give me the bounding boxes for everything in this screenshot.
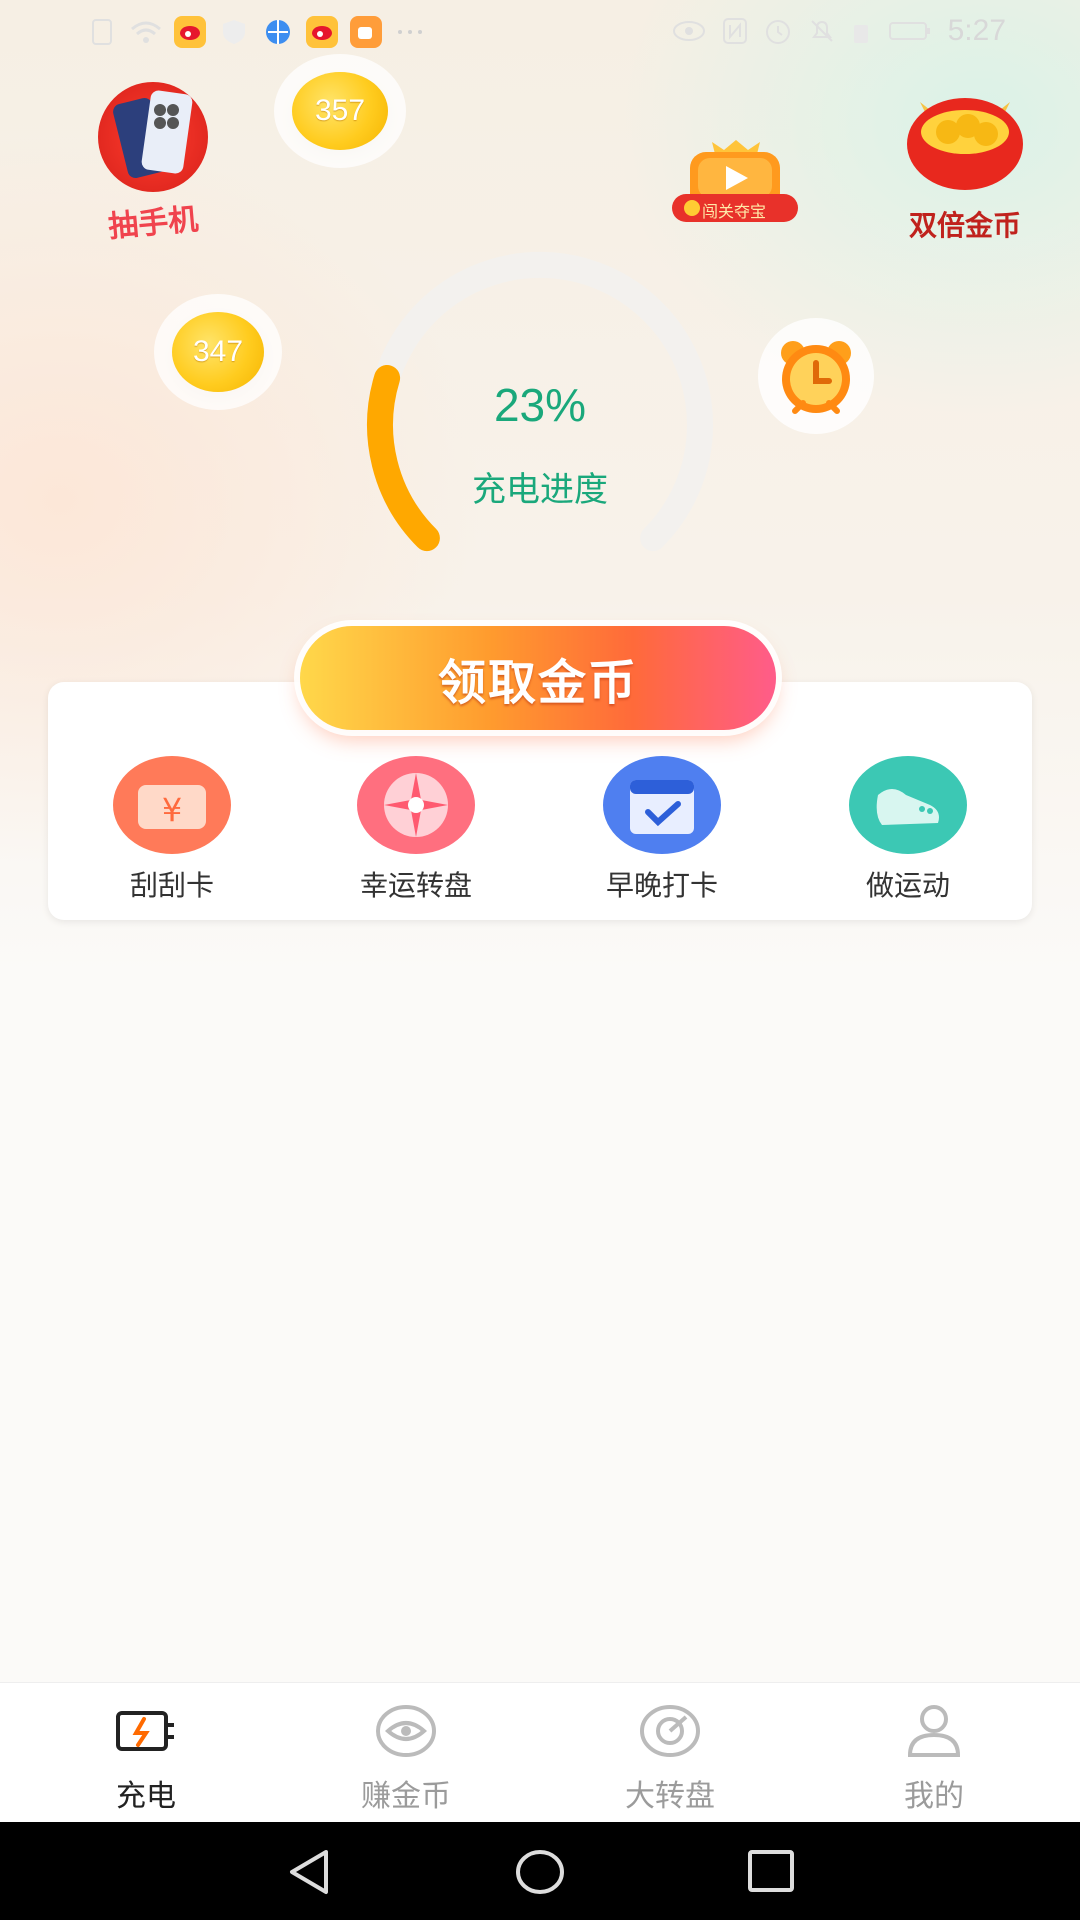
alarm-icon	[765, 20, 790, 44]
phone-lottery-button[interactable]: 抽手机	[78, 82, 228, 245]
notification-icons	[86, 16, 426, 48]
sneaker-icon	[849, 756, 967, 854]
signal-icon	[853, 25, 868, 43]
phone-prize-icon	[98, 82, 208, 192]
system-status: 5:27	[672, 14, 1006, 48]
feature-lucky-wheel[interactable]: 幸运转盘	[326, 756, 506, 904]
nav-label: 充电	[116, 1779, 176, 1814]
feature-checkin[interactable]: 早晚打卡	[572, 756, 752, 904]
coin-bubble[interactable]: 357	[292, 72, 388, 150]
feature-label: 刮刮卡	[129, 869, 214, 902]
weibo-icon	[174, 16, 206, 48]
coin-value: 357	[314, 94, 366, 127]
battery-charge-icon	[116, 1711, 174, 1751]
feature-label: 早晚打卡	[605, 869, 718, 902]
phone-lottery-label: 抽手机	[106, 202, 200, 245]
nfc-icon	[722, 18, 747, 44]
claim-coins-label: 领取金币	[437, 655, 638, 711]
coin-bubble[interactable]: 347	[172, 312, 264, 392]
tab-mine[interactable]: 我的	[834, 1703, 1034, 1815]
svg-text:¥: ¥	[162, 791, 182, 829]
more-dots-icon	[394, 16, 426, 48]
gold-bowl-icon	[907, 98, 1023, 190]
back-icon[interactable]	[282, 1846, 338, 1898]
browser-icon	[262, 16, 294, 48]
scratch-card-icon: ¥	[113, 756, 231, 854]
timer-bonus-button[interactable]	[758, 318, 874, 434]
progress-percent: 23%	[493, 379, 587, 431]
home-icon[interactable]	[512, 1846, 568, 1898]
charging-progress: 23% 充电进度	[300, 230, 780, 610]
sim-icon	[86, 16, 118, 48]
feature-label: 做运动	[865, 869, 950, 902]
shield-icon	[218, 16, 250, 48]
coin-value: 347	[192, 335, 244, 368]
tab-earn-coins[interactable]: 赚金币	[306, 1703, 506, 1815]
claim-coins-button[interactable]: 领取金币	[300, 626, 776, 730]
double-coins-label: 双倍金币	[908, 209, 1021, 242]
status-bar: 5:27	[0, 0, 1080, 64]
recents-icon[interactable]	[744, 1846, 800, 1898]
nav-label: 大转盘	[625, 1779, 715, 1814]
tab-charging[interactable]: 充电	[46, 1703, 246, 1815]
feature-exercise[interactable]: 做运动	[818, 756, 998, 904]
mute-icon	[810, 20, 833, 42]
weibo-icon	[306, 16, 338, 48]
video-treasure-label: 闯关夺宝	[702, 202, 767, 221]
wheel-icon	[640, 1705, 700, 1757]
feature-label: 幸运转盘	[359, 869, 472, 902]
eye-icon	[672, 21, 705, 41]
system-nav-bar	[0, 1822, 1080, 1920]
nav-label: 我的	[904, 1779, 964, 1814]
video-treasure-button[interactable]: 闯关夺宝	[672, 136, 798, 226]
battery-icon	[888, 22, 930, 40]
calendar-check-icon	[603, 756, 721, 854]
double-coins-button[interactable]: 双倍金币	[890, 92, 1040, 252]
user-icon	[907, 1705, 961, 1757]
app-icon	[350, 16, 382, 48]
feature-scratch-card[interactable]: ¥ 刮刮卡	[82, 756, 262, 904]
lucky-wheel-icon	[357, 756, 475, 854]
wifi-icon	[130, 16, 162, 48]
progress-label: 充电进度	[472, 470, 608, 510]
eye-coin-icon	[376, 1705, 436, 1757]
nav-label: 赚金币	[361, 1779, 451, 1814]
bottom-nav: 充电 赚金币 大转盘 我的	[0, 1682, 1080, 1823]
status-time: 5:27	[947, 14, 1006, 47]
tab-big-wheel[interactable]: 大转盘	[570, 1703, 770, 1815]
alarm-clock-icon	[781, 341, 851, 414]
